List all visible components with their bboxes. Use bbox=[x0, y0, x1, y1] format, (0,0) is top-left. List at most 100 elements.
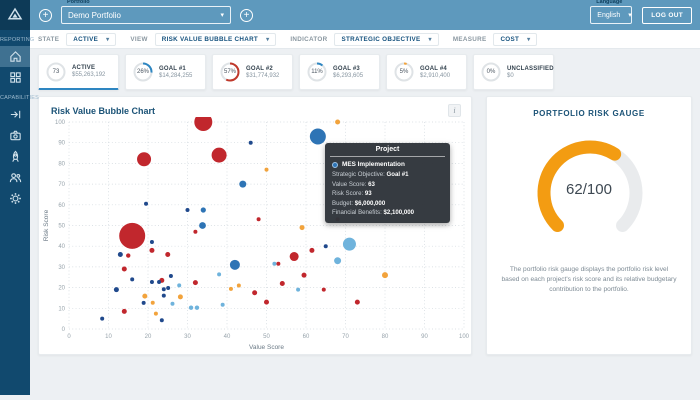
sidebar-item-settings[interactable] bbox=[0, 188, 30, 209]
bubble-navy[interactable] bbox=[113, 287, 119, 293]
bubble-blue[interactable] bbox=[229, 259, 240, 270]
bubble-red[interactable] bbox=[121, 308, 127, 314]
stat-card-goal-4[interactable]: 5% GOAL #4 $2,910,400 bbox=[386, 54, 467, 90]
sidebar-item-snapshots[interactable] bbox=[0, 125, 30, 146]
sidebar-item-home[interactable] bbox=[0, 46, 30, 67]
bubble-blue[interactable] bbox=[200, 207, 206, 213]
bubble-orange[interactable] bbox=[177, 294, 183, 300]
info-icon[interactable]: i bbox=[448, 104, 461, 117]
bubble-navy[interactable] bbox=[323, 244, 328, 249]
bubble-orange[interactable] bbox=[153, 311, 158, 316]
bubble-lightblue[interactable] bbox=[220, 302, 225, 307]
bubble-lightblue[interactable] bbox=[217, 272, 222, 277]
portfolio-dropdown[interactable]: Portfolio Demo Portfolio ▾ bbox=[61, 0, 231, 24]
svg-text:30: 30 bbox=[58, 265, 65, 271]
stat-card-goal-3[interactable]: 11% GOAL #3 $6,293,605 bbox=[299, 54, 380, 90]
bubble-lightblue[interactable] bbox=[296, 287, 301, 292]
bubble-lightblue[interactable] bbox=[342, 237, 356, 251]
bubble-red[interactable] bbox=[211, 147, 227, 163]
bubble-red[interactable] bbox=[354, 299, 360, 305]
filter-value-dropdown[interactable]: STRATEGIC OBJECTIVE ▾ bbox=[334, 32, 439, 46]
bubble-lightblue[interactable] bbox=[272, 261, 277, 266]
bubble-navy[interactable] bbox=[166, 286, 171, 291]
bubble-red[interactable] bbox=[193, 229, 198, 234]
bubble-red[interactable] bbox=[137, 152, 152, 167]
bubble-navy[interactable] bbox=[161, 293, 166, 298]
stat-card-goal-2[interactable]: 57% GOAL #2 $31,774,932 bbox=[212, 54, 293, 90]
sidebar-section-capabilities: CAPABILITIES bbox=[0, 95, 39, 101]
bubble-blue[interactable] bbox=[239, 180, 247, 188]
filter-value-dropdown[interactable]: COST ▾ bbox=[493, 32, 538, 46]
bubble-navy[interactable] bbox=[185, 207, 190, 212]
stat-label: GOAL #3 bbox=[333, 65, 360, 72]
bubble-red[interactable] bbox=[126, 253, 131, 258]
bubble-orange[interactable] bbox=[228, 286, 233, 291]
bubble-red[interactable] bbox=[301, 272, 307, 278]
stat-label: UNCLASSIFIED bbox=[507, 65, 554, 72]
stat-ring: 26% bbox=[132, 61, 154, 83]
bubble-red[interactable] bbox=[194, 113, 213, 131]
sidebar-item-initiatives[interactable] bbox=[0, 146, 30, 167]
bubble-red[interactable] bbox=[276, 261, 281, 266]
stat-card-active[interactable]: 73 ACTIVE $55,263,192 bbox=[38, 54, 119, 90]
bubble-orange[interactable] bbox=[299, 225, 305, 231]
bubble-navy[interactable] bbox=[161, 287, 166, 292]
sidebar-item-milestones[interactable] bbox=[0, 104, 30, 125]
bubble-lightblue[interactable] bbox=[188, 305, 194, 310]
logout-button[interactable]: LOG OUT bbox=[642, 6, 692, 24]
bubble-red[interactable] bbox=[252, 290, 258, 296]
bubble-red[interactable] bbox=[321, 287, 326, 292]
bubble-red[interactable] bbox=[119, 222, 146, 249]
bubble-red[interactable] bbox=[192, 280, 198, 286]
stat-value: $0 bbox=[507, 72, 514, 79]
bubble-orange[interactable] bbox=[150, 300, 155, 305]
bubble-lightblue[interactable] bbox=[194, 305, 200, 310]
bubble-orange[interactable] bbox=[142, 293, 148, 299]
bubble-orange[interactable] bbox=[236, 283, 241, 288]
sidebar-item-teams[interactable] bbox=[0, 167, 30, 188]
bubble-navy[interactable] bbox=[100, 316, 105, 321]
add-portfolio-button[interactable]: + bbox=[39, 8, 52, 22]
filter-value-dropdown[interactable]: RISK VALUE BUBBLE CHART ▾ bbox=[154, 32, 277, 46]
stat-ring: 11% bbox=[306, 61, 328, 83]
bubble-red[interactable] bbox=[149, 247, 155, 253]
bubble-red[interactable] bbox=[264, 299, 269, 305]
bubble-blue[interactable] bbox=[309, 128, 326, 145]
language-dropdown[interactable]: Language English ▾ bbox=[590, 0, 633, 24]
filter-state: STATE ACTIVE ▾ bbox=[38, 32, 117, 46]
bubble-lightblue[interactable] bbox=[334, 257, 342, 265]
bubble-navy[interactable] bbox=[144, 201, 149, 206]
stat-card-unclassified[interactable]: 0% UNCLASSIFIED $0 bbox=[473, 54, 554, 90]
add-item-button[interactable]: + bbox=[240, 8, 253, 22]
bubble-red[interactable] bbox=[121, 266, 127, 272]
bubble-navy[interactable] bbox=[168, 274, 173, 279]
bubble-red[interactable] bbox=[279, 280, 285, 286]
bubble-navy[interactable] bbox=[157, 280, 162, 285]
stat-card-goal-1[interactable]: 26% GOAL #1 $14,284,255 bbox=[125, 54, 206, 90]
bubble-orange[interactable] bbox=[335, 119, 341, 125]
bubble-blue[interactable] bbox=[199, 222, 206, 229]
bubble-red[interactable] bbox=[309, 247, 315, 253]
sidebar-item-dashboards[interactable] bbox=[0, 67, 30, 88]
bubble-navy[interactable] bbox=[248, 140, 253, 145]
bubble-lightblue[interactable] bbox=[177, 283, 182, 288]
bubble-lightblue[interactable] bbox=[170, 301, 175, 306]
bubble-navy[interactable] bbox=[159, 318, 164, 323]
top-bar: + Portfolio Demo Portfolio ▾ + Language … bbox=[30, 0, 700, 30]
filter-value-dropdown[interactable]: ACTIVE ▾ bbox=[66, 32, 117, 46]
bubble-navy[interactable] bbox=[149, 240, 154, 245]
bubble-chart-panel: Risk Value Bubble Chart i 0 10 20 30 40 50 60 7… bbox=[38, 96, 472, 355]
bubble-navy[interactable] bbox=[141, 300, 146, 305]
svg-text:50: 50 bbox=[58, 224, 65, 230]
bubble-navy[interactable] bbox=[130, 277, 135, 282]
app-logo[interactable] bbox=[0, 0, 30, 30]
bubble-red[interactable] bbox=[165, 251, 171, 257]
bubble-navy[interactable] bbox=[117, 251, 123, 257]
bubble-red[interactable] bbox=[289, 252, 299, 262]
bubble-navy[interactable] bbox=[149, 280, 154, 285]
svg-text:50: 50 bbox=[263, 334, 270, 340]
stat-value: $2,910,400 bbox=[420, 72, 451, 79]
bubble-red[interactable] bbox=[256, 217, 261, 222]
bubble-orange[interactable] bbox=[382, 272, 388, 279]
bubble-orange[interactable] bbox=[264, 167, 269, 172]
